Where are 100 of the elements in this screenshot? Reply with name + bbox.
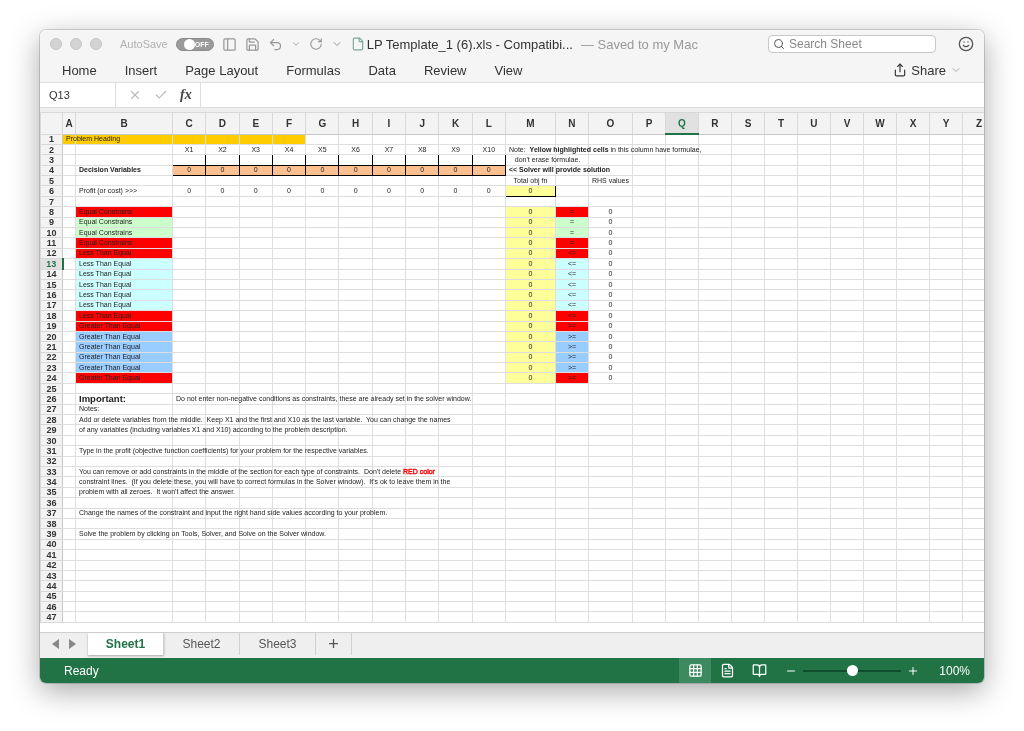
column-header[interactable]: S (731, 112, 765, 134)
zoom-button[interactable] (90, 38, 102, 50)
redo-icon[interactable] (308, 37, 323, 51)
smiley-icon[interactable] (958, 36, 974, 52)
row-header[interactable]: 20 (40, 331, 63, 342)
row-header[interactable]: 38 (40, 518, 63, 529)
row-header[interactable]: 15 (40, 279, 63, 290)
column-header[interactable]: J (405, 112, 439, 134)
row-header[interactable]: 24 (40, 373, 63, 384)
row-header[interactable]: 30 (40, 435, 63, 446)
close-button[interactable] (50, 38, 62, 50)
column-header[interactable]: Q (665, 112, 699, 134)
column-header[interactable]: F (272, 112, 306, 134)
ribbon-tab[interactable]: Insert (124, 62, 158, 78)
row-header[interactable]: 29 (40, 424, 63, 436)
column-header[interactable]: X (896, 112, 930, 134)
row-header[interactable]: 8 (40, 206, 63, 218)
row-header[interactable]: 36 (40, 497, 63, 509)
ribbon-tab[interactable]: Home (62, 62, 97, 78)
ribbon-tab[interactable]: Page Layout (185, 62, 259, 78)
zoom-in-icon[interactable] (907, 664, 920, 677)
column-header[interactable]: M (505, 112, 556, 134)
column-header[interactable]: O (588, 112, 633, 134)
row-header[interactable]: 9 (40, 217, 63, 228)
row-header[interactable]: 22 (40, 352, 63, 363)
row-header[interactable]: 11 (40, 237, 63, 249)
slider-thumb[interactable] (847, 664, 859, 676)
column-header[interactable]: T (764, 112, 798, 134)
column-header[interactable]: D (205, 112, 240, 134)
row-header[interactable]: 37 (40, 508, 63, 519)
column-header[interactable]: B (75, 112, 173, 134)
ribbon-tab[interactable]: Review (423, 62, 467, 78)
column-header[interactable]: K (438, 112, 473, 134)
row-header[interactable]: 39 (40, 528, 63, 540)
row-header[interactable]: 31 (40, 445, 63, 457)
name-box[interactable]: Q13 (40, 83, 116, 107)
row-header[interactable]: 12 (40, 248, 63, 259)
column-header[interactable]: W (863, 112, 897, 134)
column-header[interactable]: N (555, 112, 589, 134)
row-header[interactable]: 27 (40, 404, 63, 415)
sheet-tab[interactable]: Sheet3 (240, 633, 316, 655)
row-header[interactable]: 13 (40, 258, 63, 270)
row-header[interactable]: 16 (40, 289, 63, 301)
row-header[interactable]: 34 (40, 476, 63, 488)
caret-icon[interactable] (290, 39, 301, 49)
column-header[interactable]: H (339, 112, 373, 134)
row-header[interactable]: 46 (40, 601, 63, 612)
column-header[interactable]: L (472, 112, 506, 134)
row-header[interactable]: 17 (40, 300, 63, 311)
column-header[interactable]: V (830, 112, 864, 134)
sidebar-icon[interactable] (221, 36, 237, 52)
sheet-tab[interactable]: Sheet1 (88, 633, 164, 655)
row-header[interactable]: 7 (40, 196, 63, 207)
row-header[interactable]: 26 (40, 393, 63, 405)
column-header[interactable]: C (172, 112, 206, 134)
column-header[interactable]: Y (929, 112, 963, 134)
column-header[interactable]: Z (962, 112, 984, 134)
check-icon[interactable] (154, 88, 168, 102)
row-header[interactable]: 28 (40, 414, 63, 425)
row-header[interactable]: 19 (40, 321, 63, 332)
row-header[interactable]: 2 (40, 144, 63, 155)
row-header[interactable]: 10 (40, 227, 63, 238)
row-header[interactable]: 5 (40, 175, 63, 186)
row-header[interactable]: 21 (40, 341, 63, 353)
row-header[interactable]: 33 (40, 466, 63, 477)
column-header[interactable]: U (797, 112, 831, 134)
row-header[interactable]: 41 (40, 549, 63, 560)
ribbon-tab[interactable]: Data (368, 62, 396, 78)
row-header[interactable]: 1 (40, 134, 63, 145)
sheet-tab[interactable]: Sheet2 (164, 633, 240, 655)
row-header[interactable]: 42 (40, 560, 63, 571)
undo-icon[interactable] (267, 36, 283, 52)
minimize-button[interactable] (70, 38, 82, 50)
share-button[interactable]: Share (893, 62, 962, 78)
row-header[interactable]: 32 (40, 456, 63, 467)
row-header[interactable]: 14 (40, 269, 63, 280)
grid-icon[interactable] (679, 658, 712, 683)
row-header[interactable]: 40 (40, 539, 63, 550)
row-header[interactable]: 6 (40, 185, 63, 197)
save-icon[interactable] (244, 36, 260, 52)
row-header[interactable]: 25 (40, 383, 63, 394)
column-header[interactable]: I (372, 112, 406, 134)
row-header[interactable]: 3 (40, 154, 63, 166)
add-sheet-button[interactable]: + (316, 633, 352, 655)
search-field[interactable]: Search Sheet (768, 35, 936, 53)
column-header[interactable]: P (632, 112, 666, 134)
cancel-icon[interactable] (128, 88, 142, 102)
row-header[interactable]: 47 (40, 611, 63, 623)
column-header[interactable]: E (239, 112, 273, 134)
ribbon-tab[interactable]: Formulas (286, 62, 341, 78)
column-header[interactable]: R (698, 112, 732, 134)
row-header[interactable]: 43 (40, 570, 63, 581)
row-header[interactable]: 18 (40, 310, 63, 322)
ribbon-tab[interactable]: View (494, 62, 523, 78)
column-header[interactable]: G (305, 112, 339, 134)
row-header[interactable]: 4 (40, 165, 63, 176)
function-button[interactable]: fx (180, 87, 192, 103)
row-header[interactable]: 44 (40, 580, 63, 592)
row-header[interactable]: 23 (40, 362, 63, 373)
row-header[interactable]: 45 (40, 591, 63, 602)
